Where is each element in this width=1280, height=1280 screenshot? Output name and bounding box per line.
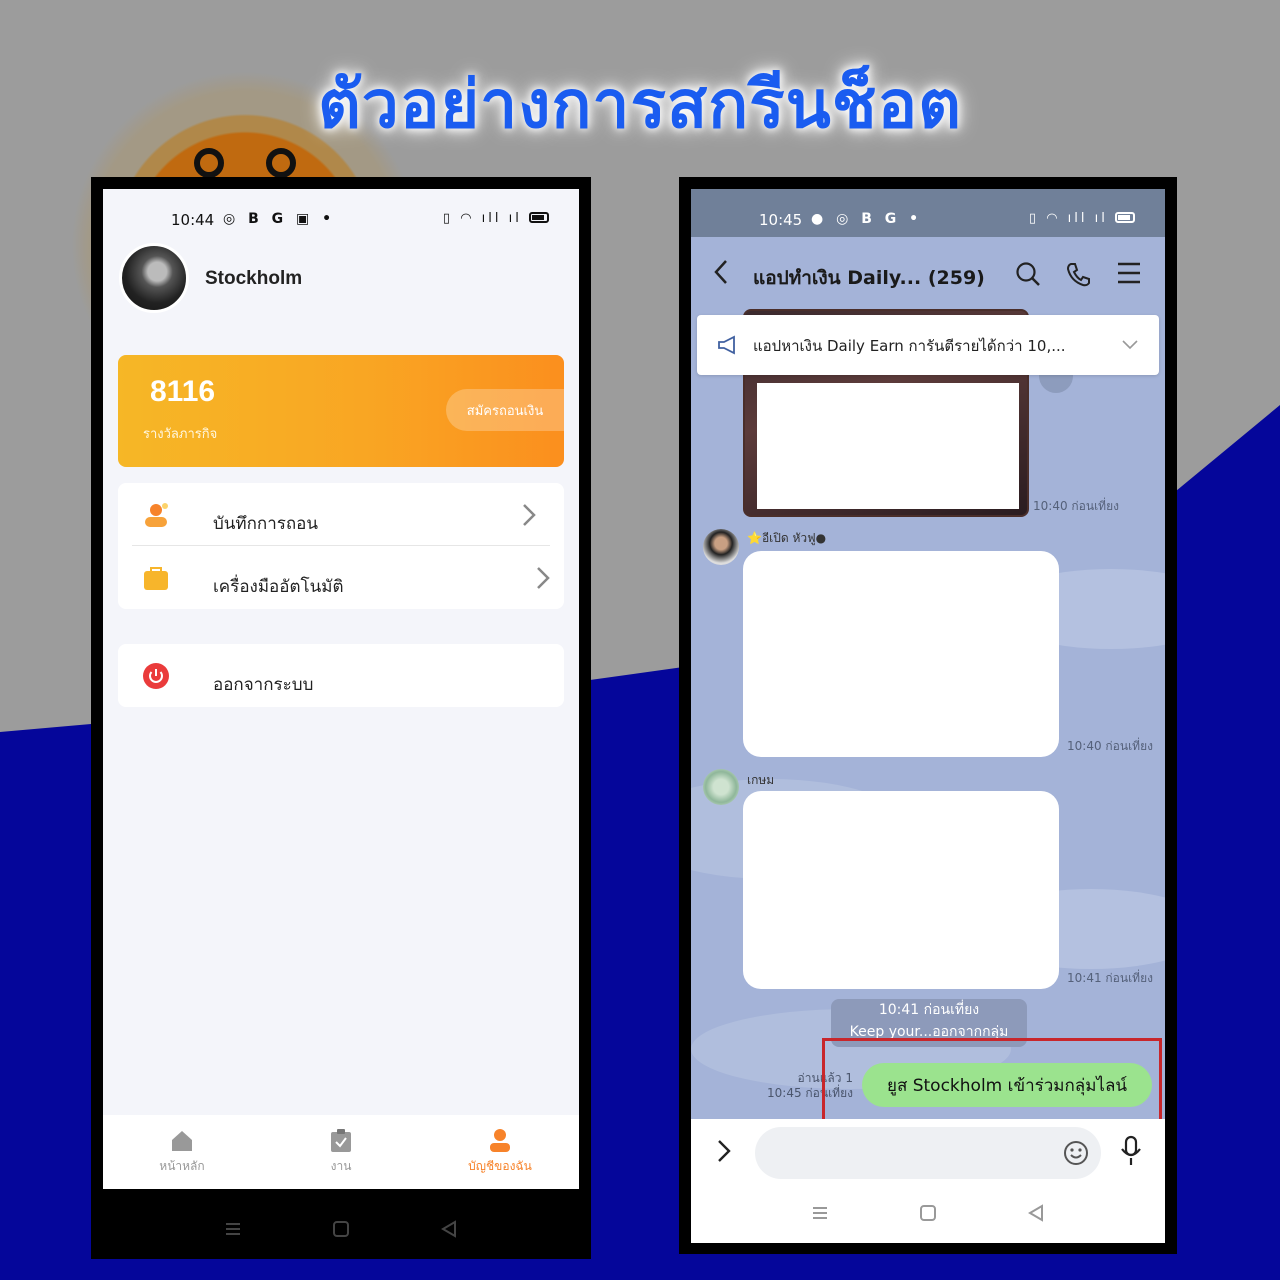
- menu-item-label: เครื่องมืออัตโนมัติ: [213, 577, 344, 597]
- bag-icon: [144, 567, 168, 590]
- message-bubble[interactable]: [743, 551, 1059, 757]
- message-input[interactable]: [755, 1127, 1101, 1179]
- withdraw-button[interactable]: สมัครถอนเงิน: [446, 389, 564, 431]
- nav-my-account[interactable]: บัญชีของฉัน: [445, 1129, 555, 1176]
- message-bubble[interactable]: [743, 791, 1059, 989]
- bottom-nav: หน้าหลัก งาน บัญชีของฉัน: [103, 1115, 579, 1189]
- chevron-right-icon: [537, 567, 550, 589]
- status-app-icons: ● ◎ B G •: [811, 211, 923, 227]
- status-system-icons: ▯ ◠ ıll ıl: [1029, 211, 1135, 226]
- system-nav-bar: [91, 1199, 591, 1259]
- battery-icon: [529, 212, 549, 223]
- status-time: 10:45: [759, 211, 803, 229]
- right-screen: 10:45 ● ◎ B G • ▯ ◠ ıll ıl 10:40 ก่อนเที…: [691, 189, 1165, 1243]
- message-time: 10:40 ก่อนเที่ยง: [1033, 499, 1119, 513]
- search-icon[interactable]: [1015, 261, 1041, 287]
- input-bar: [691, 1119, 1165, 1183]
- menu-icon[interactable]: [1117, 261, 1141, 285]
- right-phone: 10:45 ● ◎ B G • ▯ ◠ ıll ıl 10:40 ก่อนเที…: [679, 177, 1177, 1254]
- sender-name: ⭐อีเปิด หัวฟู●: [747, 531, 827, 545]
- left-screen: 10:44 ◎ B G ▣ • ▯ ◠ ıll ıl Stockholm 811…: [103, 189, 579, 1189]
- reward-label: รางวัลภารกิจ: [143, 427, 218, 442]
- user-icon: [490, 1129, 510, 1152]
- sender-avatar[interactable]: [703, 769, 739, 805]
- avatar[interactable]: [119, 243, 189, 313]
- back-nav-icon[interactable]: [440, 1220, 458, 1238]
- menu-card: บันทึกการถอน เครื่องมืออัตโนมัติ: [118, 483, 564, 609]
- phone-icon[interactable]: [1065, 261, 1091, 287]
- menu-item-withdraw-record[interactable]: บันทึกการถอน: [118, 483, 564, 545]
- banner-title: ตัวอย่างการสกรีนช็อต: [317, 66, 963, 143]
- home-nav-icon[interactable]: [919, 1204, 937, 1222]
- back-icon[interactable]: [713, 259, 729, 285]
- status-app-icons: ◎ B G ▣ •: [223, 211, 336, 227]
- message-time: 10:40 ก่อนเที่ยง: [1067, 739, 1153, 753]
- announcement-bar[interactable]: แอปหาเงิน Daily Earn การันตีรายได้กว่า 1…: [697, 315, 1159, 375]
- withdraw-record-icon: [145, 503, 168, 527]
- emoji-icon[interactable]: [1063, 1140, 1089, 1166]
- menu-nav-icon[interactable]: [811, 1205, 829, 1221]
- announcement-text: แอปหาเงิน Daily Earn การันตีรายได้กว่า 1…: [753, 337, 1066, 355]
- clipboard-icon: [331, 1129, 351, 1152]
- home-icon: [172, 1131, 192, 1151]
- chevron-right-icon: [523, 504, 536, 526]
- menu-item-auto-tools[interactable]: เครื่องมืออัตโนมัติ: [132, 545, 550, 607]
- expand-icon[interactable]: [717, 1139, 731, 1163]
- nav-tasks[interactable]: งาน: [286, 1129, 396, 1176]
- left-phone: 10:44 ◎ B G ▣ • ▯ ◠ ıll ıl Stockholm 811…: [91, 177, 591, 1259]
- chevron-down-icon[interactable]: [1121, 339, 1139, 351]
- status-bar: 10:45 ● ◎ B G • ▯ ◠ ıll ıl: [691, 189, 1165, 237]
- sender-avatar[interactable]: [703, 529, 739, 565]
- message-time: 10:41 ก่อนเที่ยง: [1067, 971, 1153, 985]
- menu-item-label: บันทึกการถอน: [213, 514, 319, 534]
- status-system-icons: ▯ ◠ ıll ıl: [443, 211, 549, 226]
- back-nav-icon[interactable]: [1027, 1204, 1045, 1222]
- logout-button[interactable]: ออกจากระบบ: [118, 644, 564, 706]
- nav-home[interactable]: หน้าหลัก: [127, 1129, 237, 1176]
- reward-value: 8116: [150, 375, 216, 408]
- megaphone-icon: [718, 335, 735, 355]
- microphone-icon[interactable]: [1119, 1135, 1143, 1167]
- system-nav-bar: [691, 1183, 1165, 1243]
- menu-nav-icon[interactable]: [224, 1221, 242, 1237]
- logout-label: ออกจากระบบ: [213, 675, 314, 695]
- logout-card: ออกจากระบบ: [118, 644, 564, 707]
- status-time: 10:44: [171, 211, 215, 229]
- profile-name: Stockholm: [205, 268, 303, 289]
- power-icon: [143, 663, 169, 689]
- status-bar: 10:44 ◎ B G ▣ • ▯ ◠ ıll ıl: [103, 189, 579, 233]
- battery-icon: [1115, 212, 1135, 223]
- highlight-box: [822, 1038, 1162, 1124]
- home-nav-icon[interactable]: [332, 1220, 350, 1238]
- sender-name: เกษม: [747, 773, 775, 787]
- chat-title: แอปทำเงิน Daily... (259): [753, 267, 985, 289]
- chat-header: แอปทำเงิน Daily... (259): [691, 237, 1165, 309]
- reward-card: 8116 รางวัลภารกิจ สมัครถอนเงิน: [118, 355, 564, 467]
